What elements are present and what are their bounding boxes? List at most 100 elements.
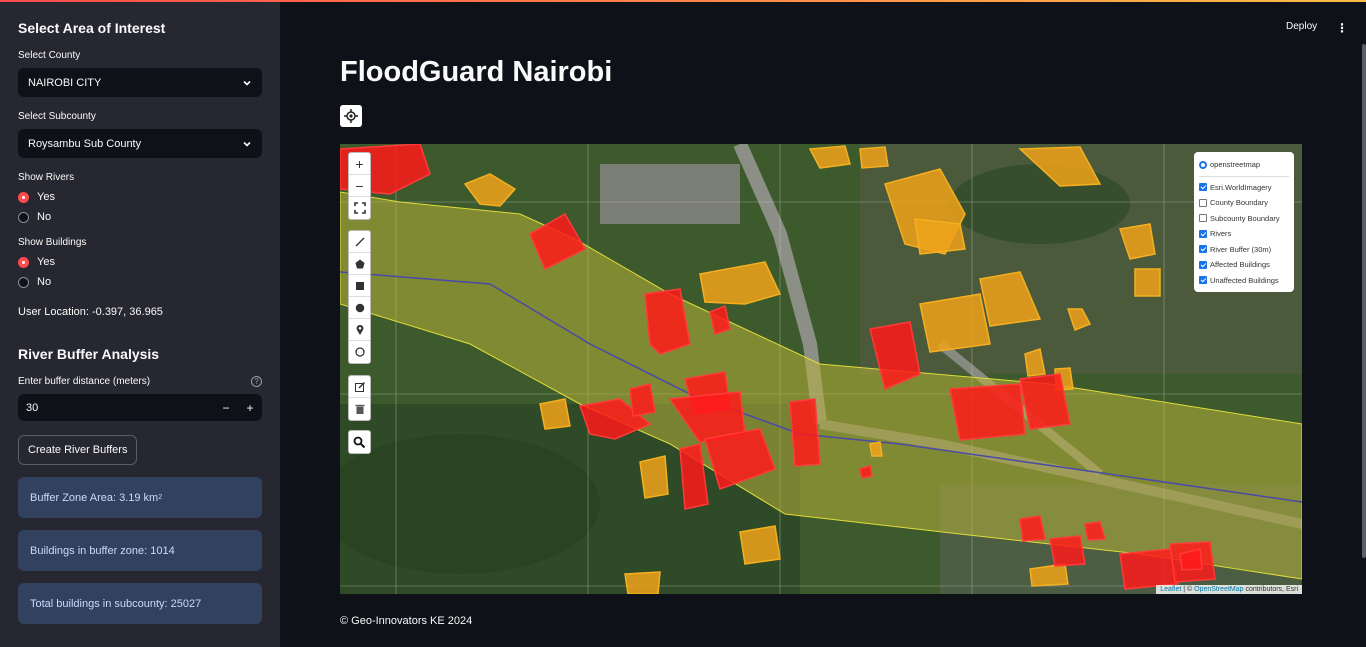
marker-icon (356, 324, 363, 335)
buildings-in-zone-info: Buildings in buffer zone: 1014 (18, 530, 262, 571)
edit-toolbar (348, 375, 371, 421)
divider (1199, 175, 1289, 177)
subcounty-select[interactable]: Roysambu Sub County (18, 129, 262, 158)
checkbox-checked-icon (1199, 229, 1207, 238)
radio-selected-icon (1199, 160, 1207, 169)
river-buffer-heading: River Buffer Analysis (18, 346, 160, 362)
rivers-no-option[interactable]: No (18, 211, 262, 223)
sidebar: Select Area of Interest Select County NA… (0, 0, 280, 647)
draw-circle-button[interactable] (349, 297, 370, 319)
search-button[interactable] (349, 431, 370, 453)
decrement-button[interactable]: − (214, 401, 238, 415)
rivers-yes-option[interactable]: Yes (18, 191, 262, 203)
area-of-interest-heading: Select Area of Interest (18, 20, 166, 36)
overlay-option-affected-buildings[interactable]: Affected Buildings (1199, 257, 1289, 273)
buffer-distance-label: Enter buffer distance (meters) (18, 376, 151, 387)
buildings-no-option[interactable]: No (18, 276, 262, 288)
overlay-option-county-boundary[interactable]: County Boundary (1199, 195, 1289, 211)
overlay-label: Unaffected Buildings (1210, 275, 1279, 285)
chevron-down-icon (243, 80, 251, 86)
trash-icon (355, 404, 364, 414)
chevron-down-icon (243, 141, 251, 147)
help-icon[interactable]: ? (251, 376, 262, 387)
county-select[interactable]: NAIROBI CITY (18, 68, 262, 97)
create-river-buffers-button[interactable]: Create River Buffers (18, 435, 138, 465)
osm-link[interactable]: OpenStreetMap (1194, 586, 1243, 593)
overlay-label: County Boundary (1210, 198, 1268, 208)
buffer-distance-input[interactable]: 30 − + (18, 394, 262, 421)
checkbox-unchecked-icon (1199, 214, 1207, 223)
draw-polygon-button[interactable] (349, 253, 370, 275)
buffer-distance-value[interactable]: 30 (18, 402, 214, 414)
show-rivers-label: Show Rivers (18, 172, 75, 183)
overlay-option-esri[interactable]: Esri.WorldImagery (1199, 180, 1289, 196)
top-accent-bar (0, 0, 1366, 2)
deploy-button[interactable]: Deploy (1286, 21, 1317, 32)
total-buildings-info: Total buildings in subcounty: 25027 (18, 583, 262, 624)
increment-button[interactable]: + (238, 401, 262, 415)
draw-circlemarker-button[interactable] (349, 341, 370, 363)
square-unit: 2 (158, 494, 163, 501)
overlay-option-rivers[interactable]: Rivers (1199, 226, 1289, 242)
county-label: Select County (18, 50, 81, 61)
delete-layers-button[interactable] (349, 398, 370, 420)
checkbox-checked-icon (1199, 245, 1207, 254)
zoom-out-button[interactable]: − (349, 175, 370, 197)
base-layer-label: openstreetmap (1210, 160, 1261, 170)
checkbox-checked-icon (1199, 183, 1207, 192)
main-menu-icon[interactable]: ⋮ (1336, 21, 1348, 35)
draw-toolbar (348, 230, 371, 364)
checkbox-checked-icon (1199, 276, 1207, 285)
buildings-in-zone-text: Buildings in buffer zone: 1014 (30, 544, 175, 557)
page-title: FloodGuard Nairobi (340, 56, 613, 88)
draw-polyline-button[interactable] (349, 231, 370, 253)
draw-rectangle-button[interactable] (349, 275, 370, 297)
buildings-yes-label: Yes (37, 256, 55, 268)
overlay-label: Subcounty Boundary (1210, 213, 1280, 223)
user-location-text: User Location: -0.397, 36.965 (18, 306, 163, 318)
leaflet-link[interactable]: Leaflet (1160, 586, 1181, 593)
search-control (348, 430, 371, 454)
buffer-area-text: Buffer Zone Area: 3.19 km (30, 491, 159, 504)
overlay-option-subcounty-boundary[interactable]: Subcounty Boundary (1199, 211, 1289, 227)
satellite-imagery (340, 144, 1302, 594)
overlay-option-unaffected-buildings[interactable]: Unaffected Buildings (1199, 273, 1289, 289)
polyline-icon (355, 237, 364, 246)
overlay-option-river-buffer[interactable]: River Buffer (30m) (1199, 242, 1289, 258)
checkbox-checked-icon (1199, 260, 1207, 269)
footer-copyright: © Geo-Innovators KE 2024 (340, 615, 473, 627)
map-attribution: Leaflet | © OpenStreetMap contributors, … (1156, 585, 1302, 594)
polygon-icon (355, 259, 364, 268)
edit-layers-button[interactable] (349, 376, 370, 398)
subcounty-select-value: Roysambu Sub County (28, 137, 142, 150)
zoom-in-button[interactable]: + (349, 153, 370, 175)
rectangle-icon (355, 281, 364, 290)
map-view[interactable]: + − openstreetmap Esri.WorldImagery Coun… (340, 144, 1302, 594)
search-icon (353, 436, 366, 448)
scrollbar[interactable] (1362, 44, 1366, 558)
edit-icon (354, 381, 365, 392)
radio-unselected-icon (18, 211, 29, 223)
buffer-area-info: Buffer Zone Area: 3.19 km 2 (18, 477, 262, 518)
fullscreen-button[interactable] (349, 197, 370, 219)
rivers-no-label: No (37, 211, 52, 223)
attribution-separator: | © (1181, 586, 1195, 593)
overlay-label: River Buffer (30m) (1210, 244, 1272, 254)
attribution-rest: contributors, Esri (1243, 586, 1298, 593)
circle-icon (355, 303, 364, 312)
draw-marker-button[interactable] (349, 319, 370, 341)
fullscreen-icon (353, 202, 366, 214)
county-select-value: NAIROBI CITY (28, 76, 102, 89)
radio-unselected-icon (18, 276, 29, 288)
zoom-controls: + − (348, 152, 371, 220)
locate-me-button[interactable] (340, 105, 362, 127)
subcounty-label: Select Subcounty (18, 111, 96, 122)
radio-selected-icon (18, 191, 29, 203)
overlay-label: Esri.WorldImagery (1210, 182, 1272, 192)
crosshair-icon (344, 109, 358, 123)
buildings-no-label: No (37, 276, 52, 288)
radio-selected-icon (18, 256, 29, 268)
buildings-yes-option[interactable]: Yes (18, 256, 262, 268)
checkbox-unchecked-icon (1199, 198, 1207, 207)
base-layer-option[interactable]: openstreetmap (1199, 157, 1289, 173)
